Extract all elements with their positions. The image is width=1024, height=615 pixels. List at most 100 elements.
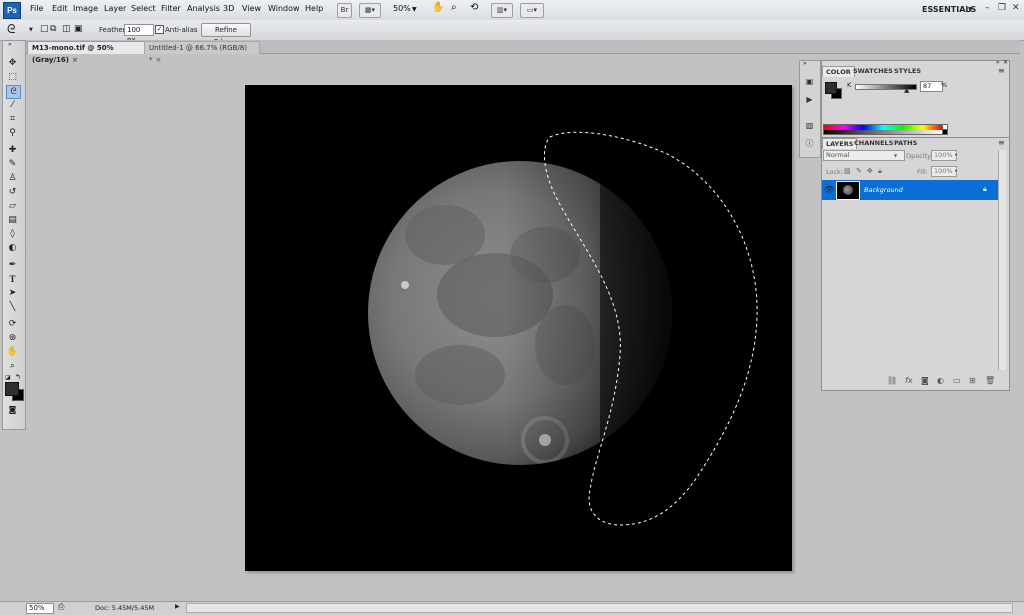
lock-position-icon[interactable]: ✥ bbox=[867, 167, 873, 175]
history-brush-tool-icon[interactable]: ↺ bbox=[6, 186, 19, 198]
brush-tool-icon[interactable]: ✎ bbox=[6, 158, 19, 170]
fill-input[interactable]: 100% bbox=[931, 166, 957, 177]
toolbox-collapse-icon[interactable]: » bbox=[8, 41, 12, 48]
close-tab-icon[interactable]: × bbox=[72, 56, 78, 64]
close-tab-icon[interactable]: × bbox=[156, 56, 162, 64]
document-info[interactable]: Doc: 5.45M/5.45M bbox=[95, 604, 154, 612]
panel-close-icon[interactable]: ✕ bbox=[1003, 59, 1008, 66]
color-fg-swatch[interactable] bbox=[825, 82, 837, 94]
zoom-level-select[interactable]: 50% bbox=[393, 4, 411, 13]
minimize-button[interactable]: – bbox=[985, 3, 990, 13]
layers-menu-icon[interactable]: ≡ bbox=[998, 138, 1005, 147]
workspace-dropdown-icon[interactable]: ▼ bbox=[968, 6, 973, 13]
history-panel-icon[interactable]: ▣ bbox=[803, 76, 816, 87]
refine-edge-button[interactable]: Refine Edge... bbox=[201, 23, 251, 46]
actions-panel-icon[interactable]: ▶ bbox=[803, 94, 816, 105]
blend-mode-select[interactable]: Normal bbox=[823, 150, 905, 161]
blend-dropdown-icon[interactable]: ▼ bbox=[894, 153, 897, 158]
tool-preset-dropdown-icon[interactable]: ▼ bbox=[29, 27, 33, 33]
status-zoom-input[interactable]: 50% bbox=[26, 603, 54, 614]
menu-analysis[interactable]: Analysis bbox=[187, 4, 220, 13]
menu-3d[interactable]: 3D bbox=[223, 4, 234, 13]
fill-arrow-icon[interactable]: ▸ bbox=[955, 168, 958, 174]
color-spectrum-bar[interactable] bbox=[823, 124, 943, 135]
menu-image[interactable]: Image bbox=[73, 4, 98, 13]
panel-menu-icon[interactable]: ≡ bbox=[998, 66, 1005, 75]
new-layer-icon[interactable]: ⊞ bbox=[969, 376, 976, 385]
dodge-tool-icon[interactable]: ◐ bbox=[6, 242, 19, 254]
menu-window[interactable]: Window bbox=[268, 4, 300, 13]
quick-select-tool-icon[interactable]: ⁄ bbox=[6, 99, 19, 111]
dock-collapse-icon[interactable]: » bbox=[803, 60, 807, 67]
tab-styles[interactable]: STYLES bbox=[891, 66, 924, 76]
3d-orbit-tool-icon[interactable]: ⊛ bbox=[6, 332, 19, 344]
subtract-selection-icon[interactable]: ◫ bbox=[62, 24, 71, 34]
antialias-checkbox[interactable]: ✓ bbox=[155, 25, 164, 34]
eyedropper-tool-icon[interactable]: ⚲ bbox=[6, 127, 19, 139]
view-extras-button[interactable]: ▦▾ bbox=[359, 3, 381, 18]
feather-input[interactable]: 100 px bbox=[124, 24, 154, 44]
adjustment-layer-icon[interactable]: ◐ bbox=[937, 376, 944, 385]
arrange-documents-button[interactable]: ▥▾ bbox=[491, 3, 513, 18]
pen-tool-icon[interactable]: ✒ bbox=[6, 259, 19, 271]
opacity-input[interactable]: 100% bbox=[931, 150, 957, 161]
lock-image-icon[interactable]: ✎ bbox=[856, 167, 862, 175]
status-menu-arrow-icon[interactable]: ▶ bbox=[175, 603, 180, 610]
move-tool-icon[interactable]: ✥ bbox=[6, 57, 19, 69]
menu-edit[interactable]: Edit bbox=[52, 4, 68, 13]
tab-swatches[interactable]: SWATCHES bbox=[850, 66, 896, 76]
hand-icon[interactable]: ✋ bbox=[432, 2, 444, 13]
opacity-arrow-icon[interactable]: ▸ bbox=[955, 152, 958, 158]
screen-mode-button[interactable]: ▭▾ bbox=[520, 3, 544, 18]
zoom-tool-icon[interactable]: ⌕ bbox=[6, 360, 19, 372]
default-colors-icon[interactable]: ◪ bbox=[5, 374, 11, 381]
tab-untitled-1[interactable]: Untitled-1 @ 66.7% (RGB/8) * × bbox=[144, 41, 260, 64]
healing-brush-tool-icon[interactable]: ✚ bbox=[6, 144, 19, 156]
new-selection-icon[interactable]: □ bbox=[40, 24, 49, 34]
navigator-panel-icon[interactable]: ▧ bbox=[803, 120, 816, 131]
menu-help[interactable]: Help bbox=[305, 4, 323, 13]
zoom-icon[interactable]: ⌕ bbox=[451, 2, 457, 13]
document-canvas[interactable] bbox=[245, 85, 792, 571]
lasso-tool-preset-icon[interactable]: ᘓ bbox=[7, 22, 15, 37]
foreground-color-swatch[interactable] bbox=[5, 382, 19, 396]
swap-colors-icon[interactable]: ↰ bbox=[15, 373, 21, 381]
status-export-icon[interactable]: ⎙ bbox=[58, 602, 64, 612]
clone-stamp-tool-icon[interactable]: ♙ bbox=[6, 172, 19, 184]
bridge-button[interactable]: Br bbox=[337, 3, 352, 18]
layer-mask-icon[interactable]: ◙ bbox=[921, 376, 929, 385]
hand-tool-icon[interactable]: ✋ bbox=[6, 346, 19, 358]
zoom-dropdown-icon[interactable]: ▼ bbox=[412, 6, 417, 13]
layer-style-icon[interactable]: fx bbox=[905, 376, 913, 385]
gradient-tool-icon[interactable]: ▤ bbox=[6, 214, 19, 226]
add-selection-icon[interactable]: ⧉ bbox=[50, 24, 56, 34]
3d-rotate-tool-icon[interactable]: ⟳ bbox=[6, 318, 19, 330]
menu-view[interactable]: View bbox=[242, 4, 261, 13]
lasso-tool-icon[interactable]: ᘓ bbox=[6, 85, 21, 99]
tab-channels[interactable]: CHANNELS bbox=[851, 138, 896, 148]
layers-scrollbar[interactable] bbox=[998, 150, 1006, 370]
crop-tool-icon[interactable]: ⌗ bbox=[6, 113, 19, 125]
visibility-eye-icon[interactable]: 👁︎ bbox=[824, 185, 834, 194]
slider-thumb-icon[interactable]: ▲ bbox=[904, 86, 909, 94]
panel-collapse-icon[interactable]: « bbox=[996, 59, 1000, 66]
type-tool-icon[interactable]: T bbox=[6, 273, 19, 285]
new-group-icon[interactable]: ▭ bbox=[953, 376, 961, 385]
marquee-tool-icon[interactable]: ⬚ bbox=[6, 71, 19, 83]
info-panel-icon[interactable]: ⓘ bbox=[803, 138, 816, 149]
menu-filter[interactable]: Filter bbox=[161, 4, 181, 13]
rotate-view-icon[interactable]: ⟲ bbox=[470, 2, 478, 13]
layer-name[interactable]: Background bbox=[864, 186, 903, 194]
menu-layer[interactable]: Layer bbox=[104, 4, 126, 13]
lock-transparent-icon[interactable]: ▨ bbox=[844, 167, 851, 175]
close-button[interactable]: ✕ bbox=[1012, 3, 1020, 13]
black-swatch[interactable] bbox=[942, 129, 948, 135]
quick-mask-icon[interactable]: ◙ bbox=[6, 404, 19, 416]
blur-tool-icon[interactable]: ◊ bbox=[6, 228, 19, 240]
delete-layer-icon[interactable]: 🗑︎ bbox=[985, 376, 995, 385]
path-select-tool-icon[interactable]: ➤ bbox=[6, 287, 19, 299]
shape-tool-icon[interactable]: ╲ bbox=[6, 301, 19, 313]
k-value-input[interactable]: 87 bbox=[920, 81, 943, 92]
lock-all-icon[interactable]: 🔒︎ bbox=[878, 167, 882, 176]
menu-file[interactable]: File bbox=[30, 4, 43, 13]
